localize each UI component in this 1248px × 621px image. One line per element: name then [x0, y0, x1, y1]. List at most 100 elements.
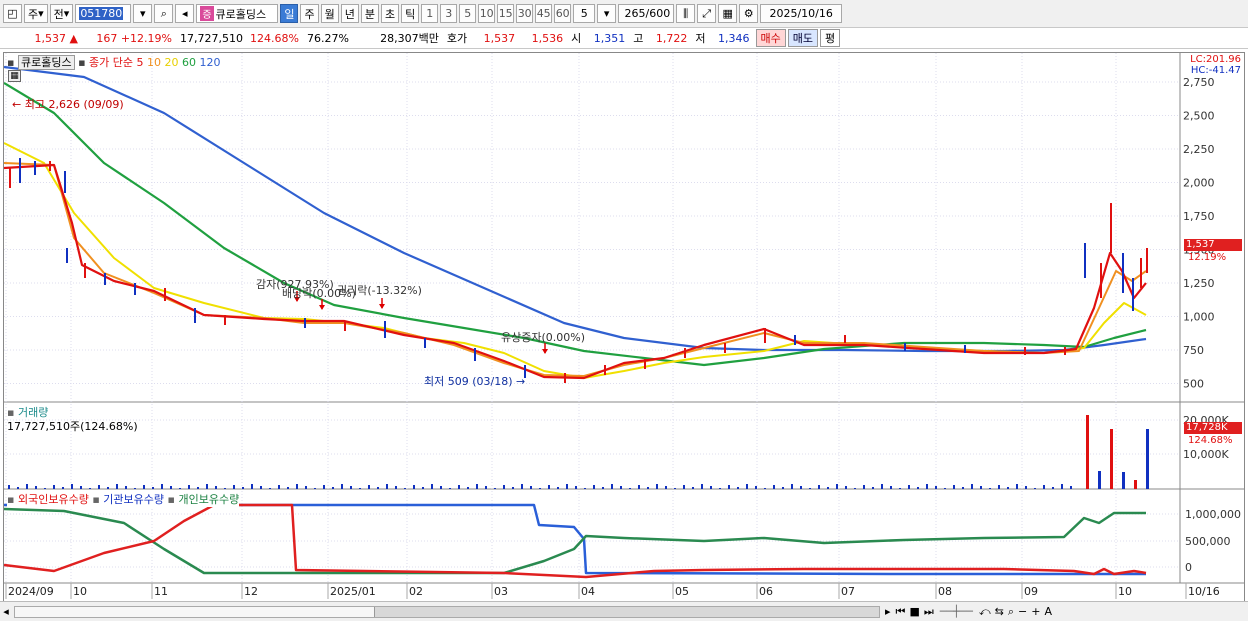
last-volume-badge: 17,728K [1184, 422, 1242, 434]
volume-bar [953, 485, 955, 489]
legend-ma-label: 종가 단순 [89, 56, 134, 69]
compare-icon[interactable]: ⇆ [993, 605, 1006, 618]
volume-bar [62, 487, 64, 489]
interval-1[interactable]: 1 [421, 4, 439, 23]
volume-bar [215, 486, 217, 489]
view-tool-icon[interactable]: ⤺ [977, 605, 993, 619]
interval-30[interactable]: 30 [516, 4, 534, 23]
volume-bar [611, 484, 613, 489]
period-month[interactable]: 월 [320, 4, 339, 23]
x-tick-label: 07 [841, 585, 855, 598]
count-field[interactable]: 265/600 [618, 4, 675, 23]
volume-bar [395, 486, 397, 489]
candle [64, 171, 66, 193]
scrollbar-track[interactable] [14, 605, 880, 618]
candle-icon[interactable]: ⫼ [676, 4, 696, 23]
grid-icon[interactable]: ▦ [718, 4, 738, 23]
period-year[interactable]: 년 [340, 4, 359, 23]
volume-bar [602, 487, 604, 489]
volume-bar [989, 488, 991, 489]
interval-dropdown-icon[interactable]: ▾ [597, 4, 617, 23]
candle [684, 348, 686, 358]
volume-bar [530, 486, 532, 489]
interval-15[interactable]: 15 [497, 4, 515, 23]
auto-scale-icon[interactable]: A [1042, 605, 1054, 618]
change-pct: +12.19% [120, 31, 172, 45]
interval-10[interactable]: 10 [478, 4, 496, 23]
footer-bar: ◂ ▸ ⏮ ■ ⏭ ──┼── ⤺ ⇆ ⌕ − + A [0, 601, 1248, 621]
volume-bar [386, 484, 388, 489]
legend-bullet-icon: ▪ [7, 493, 15, 506]
chart-area[interactable]: 2,7502,5002,2502,0001,7501,5001,2501,000… [3, 52, 1245, 602]
sell-button[interactable]: 매도 [787, 29, 819, 47]
stop-icon[interactable]: ■ [907, 605, 921, 618]
zoom-in-icon[interactable]: + [1029, 605, 1042, 618]
annot-low: 최저 509 (03/18) → [424, 375, 526, 388]
candle [1132, 278, 1134, 311]
code-dropdown-icon[interactable]: ▾ [133, 4, 153, 23]
high-label: 고 [633, 32, 644, 45]
interval-5[interactable]: 5 [459, 4, 477, 23]
gear-icon[interactable]: ⚙ [739, 4, 759, 23]
prev-button[interactable]: 전 ▾ [49, 4, 74, 23]
volume-bar [1122, 472, 1125, 489]
volume-bar [179, 488, 181, 489]
scrollbar-thumb[interactable] [15, 606, 375, 617]
volume-value: 17,727,510 [180, 31, 243, 45]
window-icon[interactable]: ◰ [3, 4, 22, 23]
volume-bar [287, 487, 289, 489]
volume-bar [557, 487, 559, 489]
period-second[interactable]: 초 [380, 4, 400, 23]
volume-bar [719, 488, 721, 489]
date-field[interactable]: 2025/10/16 [760, 4, 843, 23]
institution-line [4, 503, 1146, 576]
legend-stock-name[interactable]: 큐로홀딩스 [17, 55, 75, 70]
volume-bar [1025, 486, 1027, 489]
x-tick-label: 11 [154, 585, 168, 598]
scroll-left-icon[interactable]: ◂ [0, 605, 12, 618]
period-week[interactable]: 주 [300, 4, 319, 23]
rewind-icon[interactable]: ⏮ [894, 605, 908, 619]
volume-bar [260, 486, 262, 489]
y-tick-label: 2,000 [1183, 177, 1215, 190]
search-icon[interactable]: ⌕ [154, 4, 174, 23]
buy-button[interactable]: 매수 [755, 29, 786, 47]
calendar-icon[interactable]: ▦ [8, 70, 21, 82]
sound-icon[interactable]: ◂ [175, 4, 195, 23]
volume-bar [44, 488, 46, 489]
avg-button[interactable]: 평 [820, 29, 841, 47]
interval-45[interactable]: 45 [535, 4, 553, 23]
draw-tool-icon[interactable]: ⤢ [697, 4, 717, 23]
volume-bar [494, 488, 496, 489]
candle [104, 273, 106, 285]
volume-bar [224, 488, 226, 489]
market-label: 주 [28, 7, 39, 21]
holding-tick-label: 1,000,000 [1185, 508, 1241, 521]
volume-bar [404, 488, 406, 489]
candle [19, 158, 21, 183]
interval-3[interactable]: 3 [440, 4, 458, 23]
hc-value: HC:-41.47 [1190, 65, 1241, 76]
volume-bar [854, 488, 856, 489]
volume-bar [107, 487, 109, 489]
volume-bar [539, 488, 541, 489]
zoom-reset-icon[interactable]: ⌕ [1006, 605, 1016, 619]
volume-bar [1052, 487, 1054, 489]
market-tag: 증 [200, 6, 214, 21]
volume-bar [422, 487, 424, 489]
candle [1146, 248, 1148, 273]
stock-name[interactable]: 증 큐로홀딩스 [196, 4, 279, 23]
period-minute[interactable]: 분 [360, 4, 379, 23]
zoom-out-icon[interactable]: − [1016, 605, 1029, 618]
price-legend: ▪ 큐로홀딩스 ▪ 종가 단순 5 10 20 60 120 [7, 54, 221, 70]
interval-60[interactable]: 60 [554, 4, 572, 23]
scroll-right-icon[interactable]: ▸ [882, 605, 894, 618]
market-select[interactable]: 주 ▾ [24, 4, 48, 23]
zoom-slider-icon[interactable]: ──┼── [936, 605, 977, 618]
volume-bar [71, 484, 73, 489]
period-tick[interactable]: 틱 [401, 4, 420, 23]
code-input[interactable]: 051780 [75, 4, 132, 23]
period-day[interactable]: 일 [280, 4, 299, 23]
forward-icon[interactable]: ⏭ [922, 605, 936, 619]
interval-input[interactable]: 5 [573, 4, 596, 23]
